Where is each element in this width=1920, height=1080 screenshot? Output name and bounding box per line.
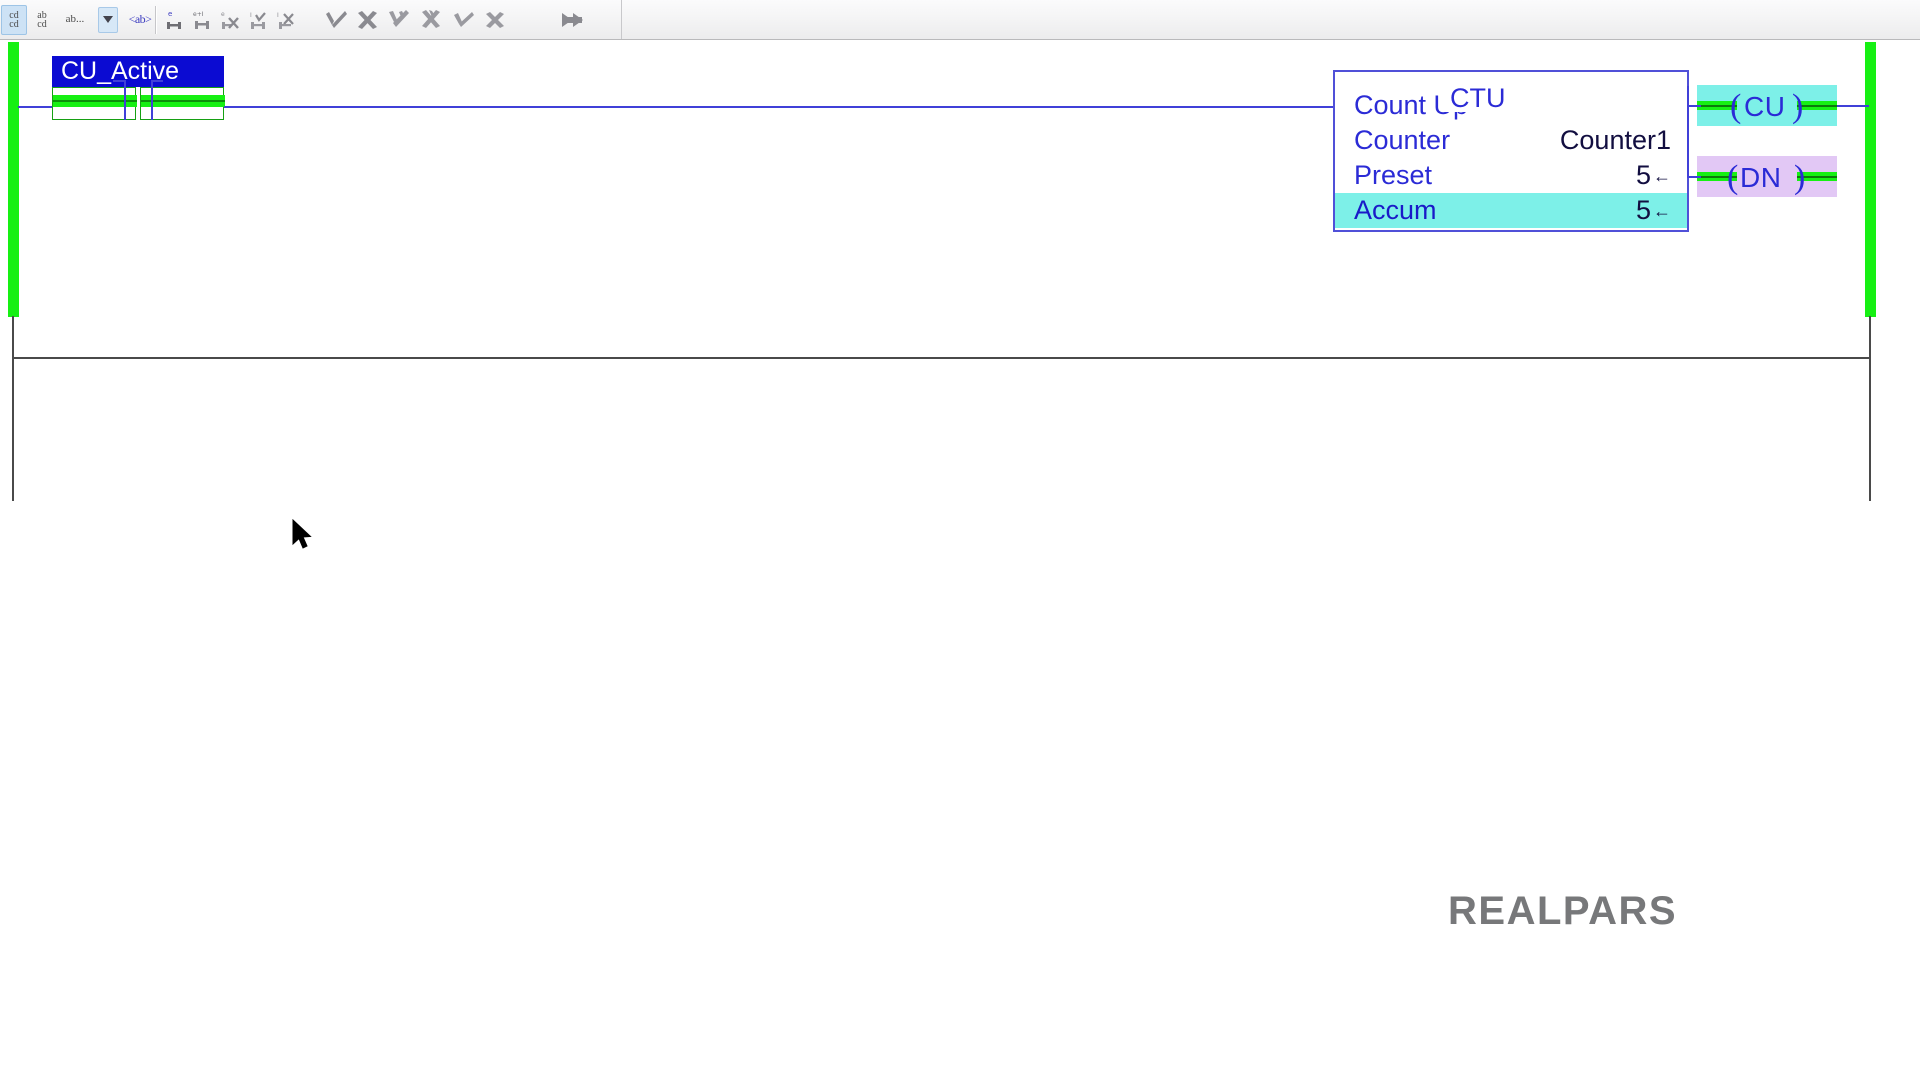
double-arrow-right-icon xyxy=(562,12,583,27)
left-power-rail-energized xyxy=(8,42,19,317)
branch-append-icon: e+I xyxy=(193,11,209,29)
coil-dn-label[interactable]: DN xyxy=(1740,164,1781,192)
wire-branch-to-dn xyxy=(1687,176,1701,178)
rung-cut-button[interactable] xyxy=(353,5,383,35)
coil-dn-paren-right: ) xyxy=(1794,159,1806,196)
verify-cut-icon xyxy=(486,11,504,28)
rung-check-button[interactable] xyxy=(321,5,351,35)
insert-branch-button[interactable]: e xyxy=(161,5,187,35)
divider xyxy=(155,5,157,34)
wire-contact-to-ctu xyxy=(224,106,1334,108)
routine-cut-button[interactable] xyxy=(417,5,447,35)
wire-ctu-branch-vertical xyxy=(1687,86,1689,178)
toolbar-group-rung xyxy=(320,0,512,39)
branch-level-cut-button[interactable]: I xyxy=(273,5,299,35)
right-power-rail xyxy=(1869,316,1871,501)
append-branch-button[interactable]: e+I xyxy=(189,5,215,35)
contact-bar-right xyxy=(151,80,153,120)
wire-cu-to-right-rail xyxy=(1837,105,1869,107)
svg-text:I: I xyxy=(250,12,252,19)
contact-tick-left xyxy=(113,80,125,82)
toolbar-group-goto xyxy=(556,0,592,39)
wire-rail-to-contact xyxy=(18,106,54,108)
goto-button[interactable] xyxy=(557,5,591,35)
coil-cu-paren-left: ( xyxy=(1730,88,1742,125)
ctu-row-accum[interactable]: Accum 5 xyxy=(1335,193,1687,228)
branch-icon: e xyxy=(167,10,181,29)
cd-cd-icon: cd cd xyxy=(9,9,19,30)
ctu-operand-value[interactable]: 5 xyxy=(1636,158,1671,196)
energized-bar xyxy=(141,102,225,107)
new-tag-button[interactable]: ab cd xyxy=(29,5,55,35)
ctu-operand-value[interactable]: Counter1 xyxy=(1560,123,1671,158)
rung-divider-line xyxy=(12,357,1871,359)
verify-rung-icon xyxy=(454,11,474,27)
edit-tag-button[interactable]: ab... xyxy=(57,5,93,35)
contact-tick-right xyxy=(151,80,163,82)
toolbar-group-container: cd cd ab cd ab... <ab> e e+I e I I xyxy=(0,0,622,39)
ctu-operand-label: Accum xyxy=(1354,195,1437,225)
rename-tag-button[interactable]: cd cd xyxy=(1,4,27,35)
routine-check-button[interactable] xyxy=(385,5,415,35)
toolbar-group-tags: cd cd ab cd ab... <ab> xyxy=(0,0,158,39)
ctu-row-preset[interactable]: Preset 5 xyxy=(1335,158,1687,193)
ab-cd-icon: ab cd xyxy=(37,9,47,30)
chevron-down-icon xyxy=(98,6,118,33)
cut-branch-button[interactable]: e xyxy=(217,5,243,35)
branch-level-up-icon: I xyxy=(250,12,266,29)
svg-text:I: I xyxy=(277,12,279,19)
ab-ellipsis-icon: ab... xyxy=(65,13,85,25)
coil-dn-paren-left: ( xyxy=(1727,159,1739,196)
routine-cut-icon xyxy=(422,9,440,28)
ctu-row-counter[interactable]: Counter Counter1 xyxy=(1335,123,1687,158)
ctu-mnemonic-label: CTU xyxy=(1443,85,1513,112)
coil-cu-paren-right: ) xyxy=(1792,88,1804,125)
svg-text:e+I: e+I xyxy=(193,11,204,18)
ctu-operand-label: Counter xyxy=(1354,125,1451,155)
toolbar: cd cd ab cd ab... <ab> e e+I e I I xyxy=(0,0,1920,40)
contact-bar-left xyxy=(124,80,126,120)
routine-check-icon xyxy=(389,9,409,27)
branch-level-cut-icon: I xyxy=(277,12,294,29)
rung-check-icon xyxy=(326,10,347,28)
contact-tag-label[interactable]: CU_Active xyxy=(52,56,224,87)
realpars-logo: REALPARS xyxy=(1448,889,1678,933)
svg-text:e: e xyxy=(221,11,225,18)
wire-branch-to-cu xyxy=(1687,105,1701,107)
coil-cu-label[interactable]: CU xyxy=(1744,93,1785,121)
verify-cut-button[interactable] xyxy=(481,5,511,35)
plc-ladder-editor-screen: cd cd ab cd ab... <ab> e e+I e I I CU_Ac… xyxy=(0,0,1920,1080)
mouse-cursor xyxy=(292,518,314,551)
verify-rung-button[interactable] xyxy=(449,5,479,35)
contact-cu-active[interactable]: CU_Active xyxy=(52,56,225,120)
left-power-rail xyxy=(12,316,14,501)
tag-dropdown-button[interactable] xyxy=(95,5,121,35)
rung-cut-icon xyxy=(358,10,377,29)
branch-level-up-button[interactable]: I xyxy=(245,5,271,35)
right-power-rail-energized xyxy=(1865,42,1876,317)
ctu-operand-label: Preset xyxy=(1354,160,1433,190)
ctu-operand-value[interactable]: 5 xyxy=(1636,193,1671,231)
toolbar-group-branch: e e+I e I I xyxy=(160,0,300,39)
branch-cut-icon: e xyxy=(221,11,239,29)
svg-text:e: e xyxy=(168,10,172,18)
